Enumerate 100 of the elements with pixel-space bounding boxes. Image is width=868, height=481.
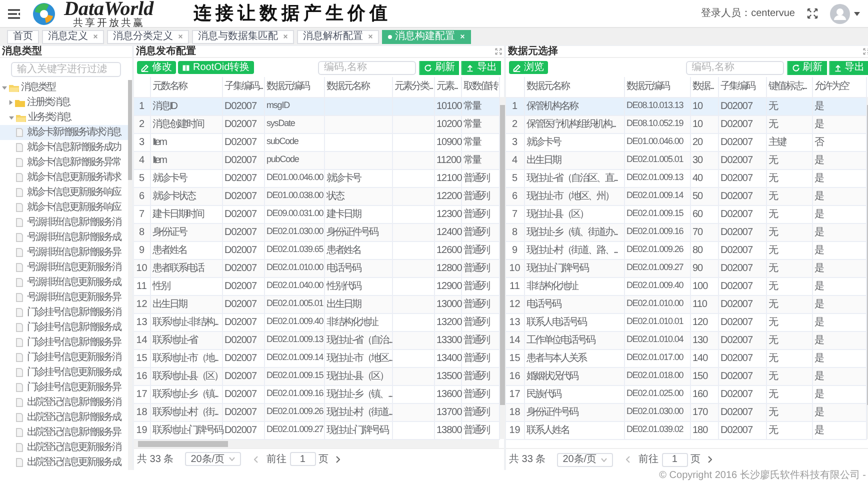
table-row[interactable]: 2 保管医疗机构组织机构... DE08.10.052.19 10 D02007 无 是 — [506, 115, 866, 133]
table-row[interactable]: 3 Item D02007 subCode 10900 常量 — [134, 133, 499, 151]
scrollbar[interactable] — [500, 97, 504, 439]
column-header[interactable]: 元数名称 — [150, 77, 222, 97]
search-field[interactable]: 编码,名称 — [318, 60, 416, 74]
page-size-select[interactable]: 20条/页 — [184, 452, 241, 466]
caret-right-icon — [9, 100, 13, 105]
table-cell: 常量 — [461, 133, 499, 151]
table-row[interactable]: 12 电话号码 DE02.01.010.00 110 D02007 无 是 — [506, 295, 866, 313]
scrollbar[interactable] — [128, 80, 132, 470]
table-row[interactable]: 17 联系地址-乡（镇... D02007 DE02.01.009.16 现住址-乡（镇、... 13600 普通列 — [134, 385, 499, 403]
table-cell: 无 — [766, 385, 812, 403]
table-cell: DE02.01.030.00 — [264, 223, 324, 241]
column-header[interactable]: 子集编码... — [222, 77, 264, 97]
column-header[interactable]: 数据元编码 — [264, 77, 324, 97]
search-field[interactable]: 编码,名称 — [686, 60, 784, 74]
table-cell: 12900 — [434, 277, 461, 295]
table-row[interactable]: 12 出生日期 D02007 DE02.01.005.01 出生日期 13000 普通列 — [134, 295, 499, 313]
table-row[interactable]: 15 联系地址-市（地... D02007 DE02.01.009.14 现住址-市（地区... 13400 普通列 — [134, 349, 499, 367]
table-row[interactable]: 19 联系地址-门牌号码 D02007 DE02.01.009.27 现住址-门牌号码 13800 普通列 — [134, 421, 499, 439]
tab[interactable]: 消息解析配置 — [297, 30, 379, 44]
filter-field[interactable]: 输入关键字进行过滤 — [11, 62, 121, 76]
table-row[interactable]: 14 联系地址-省 D02007 DE02.01.009.13 现住址-省（自治... 13300 普通列 — [134, 331, 499, 349]
row-number: 8 — [134, 223, 150, 241]
table-cell: 13300 — [434, 331, 461, 349]
column-header[interactable]: 数据元名称 — [324, 77, 392, 97]
fullscreen-icon[interactable] — [807, 8, 818, 19]
column-header[interactable]: 取数值转 — [461, 77, 499, 97]
table-cell: 12100 — [434, 169, 461, 187]
table-row[interactable]: 11 非结构化地址 DE02.01.009.40 100 D02007 无 是 — [506, 277, 866, 295]
table-cell: 现住址-乡（镇、街道办... — [524, 223, 624, 241]
table-row[interactable]: 6 现住址-市（地区、州） DE02.01.009.14 50 D02007 无 是 — [506, 187, 866, 205]
column-header[interactable]: 元素... — [434, 77, 461, 97]
column-header[interactable]: 数据元编码 — [624, 77, 690, 97]
table-row[interactable]: 14 工作单位电话号码 DE02.01.010.04 130 D02007 无 是 — [506, 331, 866, 349]
table-row[interactable]: 2 消息创建时间 D02007 sysDate 10200 常量 — [134, 115, 499, 133]
column-header[interactable]: 数据... — [690, 77, 718, 97]
goto-label: 前往 — [638, 452, 659, 467]
table-row[interactable]: 16 婚姻状况代码 DE02.01.018.00 150 D02007 无 是 — [506, 367, 866, 385]
tab[interactable]: 首页 — [7, 30, 39, 44]
table-row[interactable]: 6 就诊卡状态 D02007 DE01.00.038.00 状态 12200 普通列 — [134, 187, 499, 205]
table-row[interactable]: 10 患者联系电话 D02007 DE02.01.010.00 电话号码 12800 普通列 — [134, 259, 499, 277]
table-row[interactable]: 18 联系地址-村（街... D02007 DE02.01.009.26 现住址-村（街道... 13700 普通列 — [134, 403, 499, 421]
table-row[interactable]: 13 联系地址-非结构... D02007 DE02.01.009.40 非结构化地址 13200 普通列 — [134, 313, 499, 331]
table-cell: 就诊卡号 — [324, 169, 392, 187]
table-row[interactable]: 9 患者姓名 D02007 DE02.01.039.65 患者姓名 12600 普通列 — [134, 241, 499, 259]
table-cell: 无 — [766, 277, 812, 295]
expand-icon[interactable] — [495, 48, 502, 55]
column-header[interactable]: 子集编码 — [718, 77, 766, 97]
table-row[interactable]: 19 联系人姓名 DE02.01.039.02 180 D02007 无 是 — [506, 421, 866, 439]
table-row[interactable]: 10 现住址-门牌号码 DE02.01.009.27 90 D02007 无 是 — [506, 259, 866, 277]
chevron-left-icon[interactable] — [254, 456, 258, 462]
table-cell: DE02.01.009.14 — [624, 187, 690, 205]
chevron-right-icon[interactable] — [708, 456, 712, 463]
table-cell: 13700 — [434, 403, 461, 421]
table-row[interactable]: 9 现住址-村（街道、路、... DE02.01.009.26 80 D02007 无 是 — [506, 241, 866, 259]
table-row[interactable]: 16 联系地址-县（区） D02007 DE02.01.009.15 现住址-县（区） 13500 普通列 — [134, 367, 499, 385]
table-row[interactable]: 1 消息ID D02007 msgID 10100 常量 — [134, 97, 499, 115]
chevron-right-icon[interactable] — [336, 456, 340, 462]
table-row[interactable]: 8 现住址-乡（镇、街道办... DE02.01.009.16 70 D02007 无 是 — [506, 223, 866, 241]
close-icon[interactable] — [368, 34, 373, 39]
close-icon[interactable] — [283, 34, 288, 39]
table-cell: 150 — [690, 367, 718, 385]
table-cell: DE08.10.013.13 — [624, 97, 690, 115]
tab[interactable]: 消息与数据集匹配 — [192, 30, 294, 44]
column-header[interactable]: 键值标志... — [766, 77, 812, 97]
column-header[interactable]: 允许为空 — [812, 77, 866, 97]
menu-icon[interactable] — [8, 8, 20, 18]
avatar-icon[interactable] — [830, 4, 850, 24]
table-cell: 患者与本人关系 — [524, 349, 624, 367]
expand-icon[interactable] — [862, 48, 868, 55]
table-row[interactable]: 8 身份证号 D02007 DE02.01.030.00 身份证件号码 12400 普通列 — [134, 223, 499, 241]
table-row[interactable]: 5 就诊卡号 D02007 DE01.00.046.00 就诊卡号 12100 普通列 — [134, 169, 499, 187]
tab[interactable]: 消息定义 — [42, 30, 104, 44]
table-row[interactable]: 7 建卡日期时间 D02007 DE09.00.031.00 建卡日期 12300 普通列 — [134, 205, 499, 223]
table-row[interactable]: 7 现住址-县（区） DE02.01.009.15 60 D02007 无 是 — [506, 205, 866, 223]
page-field[interactable]: 1 — [290, 452, 316, 466]
row-number: 19 — [134, 421, 150, 439]
table-row[interactable]: 13 联系人电话号码 DE02.01.010.01 120 D02007 无 是 — [506, 313, 866, 331]
table-row[interactable]: 4 出生日期 DE02.01.005.01 30 D02007 无 是 — [506, 151, 866, 169]
close-icon[interactable] — [93, 34, 98, 39]
page-field[interactable]: 1 — [662, 452, 688, 466]
table-row[interactable]: 5 现住址-省（自治区、直... DE02.01.009.13 40 D02007 无 是 — [506, 169, 866, 187]
table-cell: D02007 — [718, 259, 766, 277]
table-row[interactable]: 18 身份证件号码 DE02.01.030.00 170 D02007 无 是 — [506, 403, 866, 421]
page-size-select[interactable]: 20条/页 — [556, 452, 613, 466]
close-icon[interactable] — [178, 34, 183, 39]
table-row[interactable]: 11 性别 D02007 DE02.01.040.00 性别代码 12900 普通列 — [134, 277, 499, 295]
table-row[interactable]: 15 患者与本人关系 DE02.01.017.00 140 D02007 无 是 — [506, 349, 866, 367]
upload-icon — [834, 64, 842, 72]
column-header[interactable]: 元素分类... — [392, 77, 434, 97]
table-cell: 现住址-村（街道... — [324, 403, 392, 421]
chevron-left-icon[interactable] — [626, 456, 630, 463]
table-row[interactable]: 4 Item D02007 pubCode 11200 常量 — [134, 151, 499, 169]
tab[interactable]: 消息分类定义 — [107, 30, 189, 44]
table-row[interactable]: 17 民族代码 DE02.01.025.00 160 D02007 无 是 — [506, 385, 866, 403]
table-row[interactable]: 3 就诊卡号 DE01.00.046.00 20 D02007 主键 否 — [506, 133, 866, 151]
table-row[interactable]: 1 保管机构名称 DE08.10.013.13 10 D02007 无 是 — [506, 97, 866, 115]
column-header[interactable]: 数据元名称 — [524, 77, 624, 97]
table-cell: 是 — [812, 313, 866, 331]
